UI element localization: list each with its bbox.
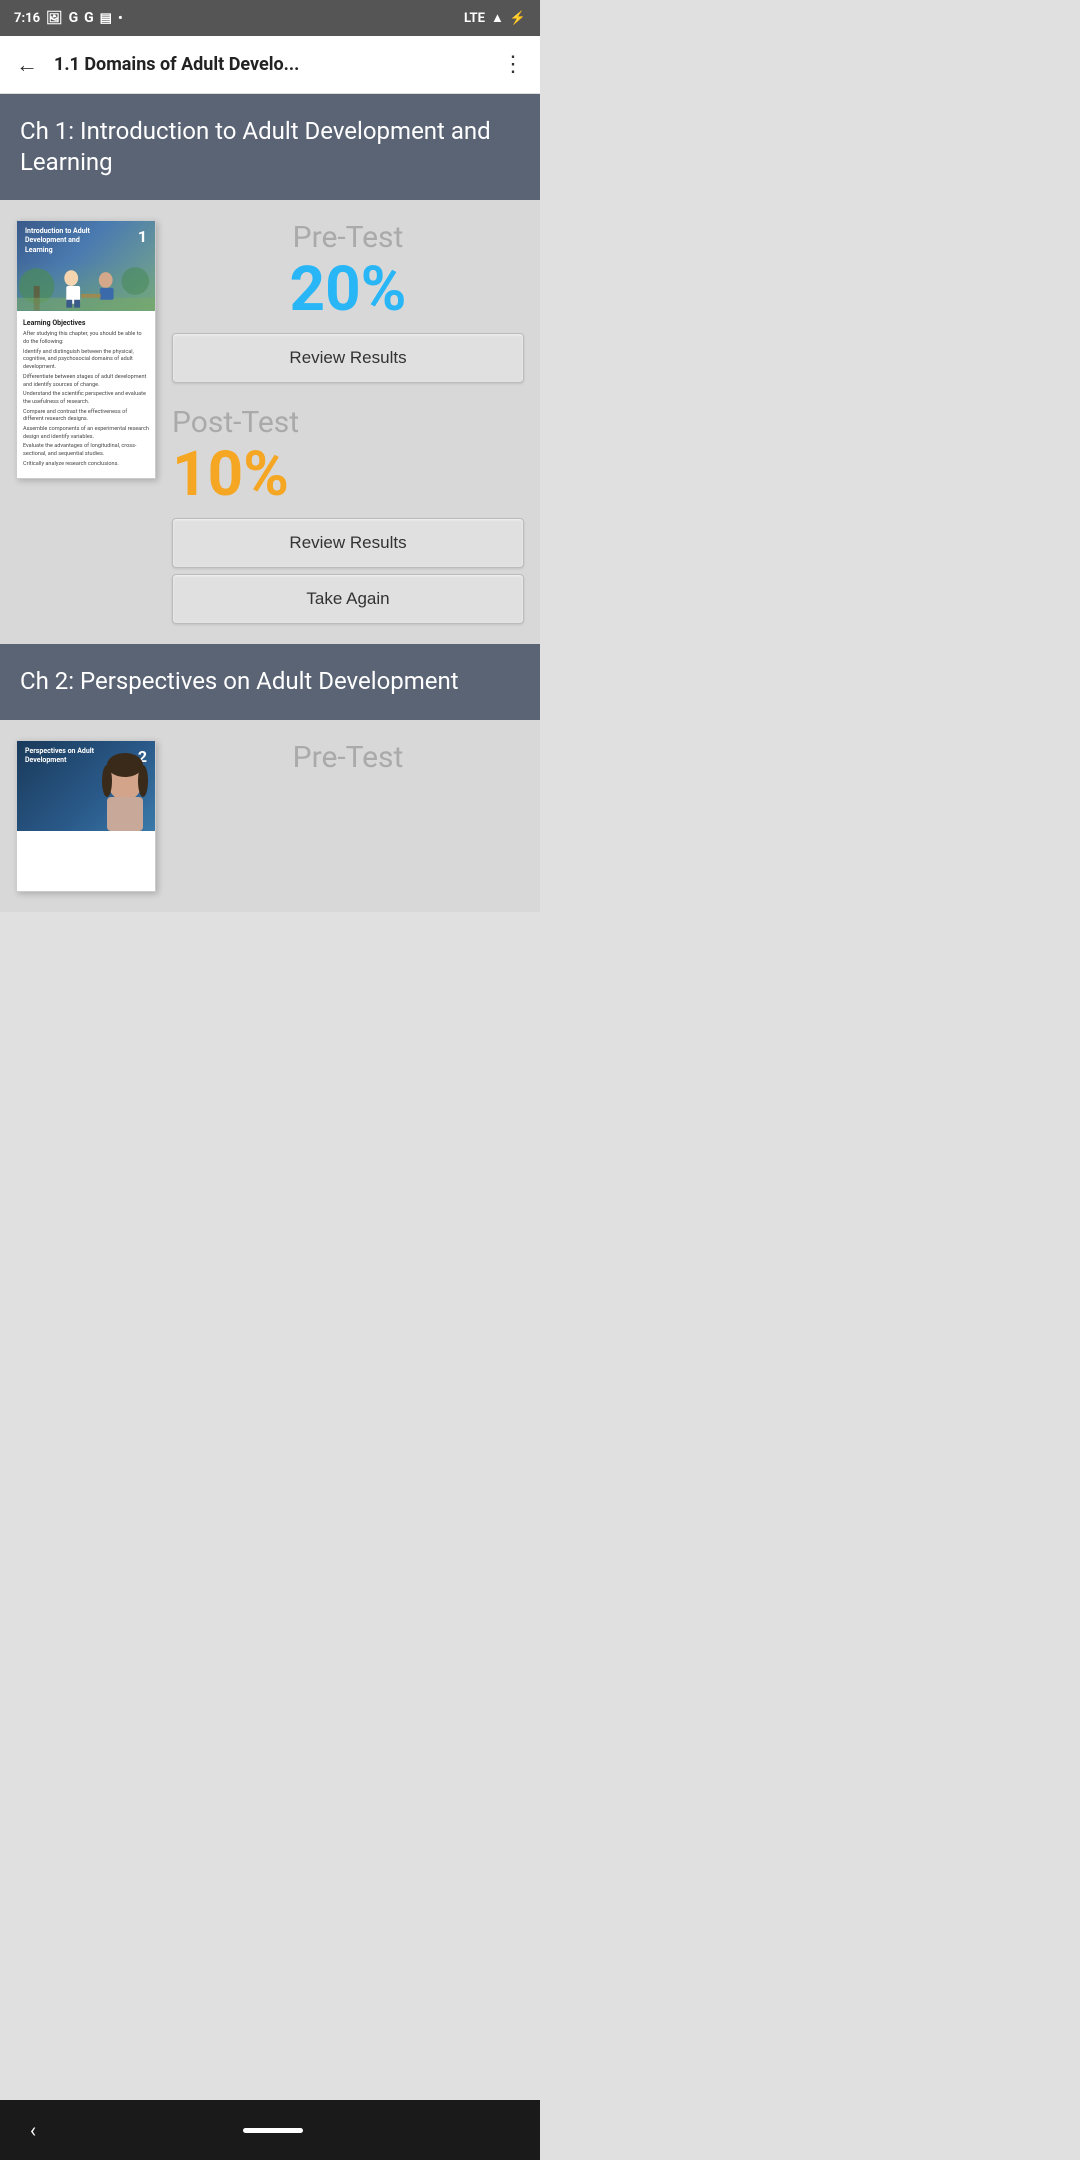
photo-icon: 🖼 — [46, 11, 63, 26]
chapter1-test-scores: Pre-Test 20% Review Results Post-Test 10… — [172, 220, 524, 624]
book-cover-2: Perspectives on Adult Development 2 — [17, 741, 155, 831]
obj-5: Assemble components of an experimental r… — [23, 426, 149, 441]
obj-6: Evaluate the advantages of longitudinal,… — [23, 443, 149, 458]
nav-home-indicator[interactable] — [243, 2128, 303, 2133]
back-button[interactable]: ← — [12, 48, 42, 82]
posttest-review-button-1[interactable]: Review Results — [172, 518, 524, 568]
battery-icon: ⚡ — [510, 11, 526, 26]
chapter1-header: Ch 1: Introduction to Adult Development … — [0, 94, 540, 200]
book-cover-title-1: Introduction to Adult Development and Le… — [25, 227, 105, 254]
signal-icon: ▲ — [491, 10, 504, 26]
pretest-label-2: Pre-Test — [293, 740, 404, 775]
time-display: 7:16 — [14, 11, 40, 26]
lte-label: LTE — [464, 11, 485, 26]
learning-objectives-title: Learning Objectives — [23, 319, 149, 327]
posttest-section-1: Post-Test 10% Review Results Take Again — [172, 405, 524, 624]
book-scene-svg — [17, 256, 155, 311]
posttest-score-1: 10% — [172, 444, 524, 506]
obj-2: Differentiate between stages of adult de… — [23, 374, 149, 389]
book-inner-2 — [17, 831, 155, 891]
status-bar: 7:16 🖼 G G ▤ • LTE ▲ ⚡ — [0, 0, 540, 36]
book-cover-image-1: Introduction to Adult Development and Le… — [17, 221, 155, 311]
google-icon-1: G — [69, 10, 79, 26]
app-bar-title: 1.1 Domains of Adult Develo... — [54, 54, 498, 75]
learning-objectives-intro: After studying this chapter, you should … — [23, 331, 149, 346]
more-options-button[interactable]: ⋮ — [498, 48, 528, 81]
posttest-label-1: Post-Test — [172, 405, 524, 440]
status-left: 7:16 🖼 G G ▤ • — [14, 10, 123, 26]
app-bar: ← 1.1 Domains of Adult Develo... ⋮ — [0, 36, 540, 94]
chapter2-header: Ch 2: Perspectives on Adult Development — [0, 644, 540, 719]
nav-bar: ‹ — [0, 2100, 540, 2160]
chapter2-content: Perspectives on Adult Development 2 Pre-… — [0, 720, 540, 912]
nav-back-button[interactable]: ‹ — [30, 2118, 36, 2142]
chapter2-test-scores: Pre-Test — [172, 740, 524, 775]
chapter1-content: Introduction to Adult Development and Le… — [0, 200, 540, 644]
message-icon: ▤ — [100, 11, 112, 26]
obj-4: Compare and contrast the effectiveness o… — [23, 409, 149, 424]
book-cover-1: Introduction to Adult Development and Le… — [17, 221, 155, 311]
chapter1-book-thumbnail[interactable]: Introduction to Adult Development and Le… — [16, 220, 156, 479]
pretest-score-1: 20% — [290, 259, 407, 321]
status-right: LTE ▲ ⚡ — [464, 10, 526, 26]
chapter1-title: Ch 1: Introduction to Adult Development … — [20, 116, 520, 178]
chapter2-title: Ch 2: Perspectives on Adult Development — [20, 666, 520, 697]
chapter2-book-thumbnail[interactable]: Perspectives on Adult Development 2 — [16, 740, 156, 892]
pretest-label-1: Pre-Test — [293, 220, 404, 255]
book-inner-1: Learning Objectives After studying this … — [17, 311, 155, 478]
pretest-review-button-1[interactable]: Review Results — [172, 333, 524, 383]
obj-7: Critically analyze research conclusions. — [23, 461, 149, 469]
posttest-take-again-button-1[interactable]: Take Again — [172, 574, 524, 624]
google-icon-2: G — [84, 10, 94, 26]
dot-indicator: • — [118, 11, 123, 26]
book-cover-number-1: 1 — [138, 227, 147, 246]
obj-1: Identify and distinguish between the phy… — [23, 349, 149, 372]
ch2-book-scene — [75, 751, 155, 831]
obj-3: Understand the scientific perspective an… — [23, 391, 149, 406]
